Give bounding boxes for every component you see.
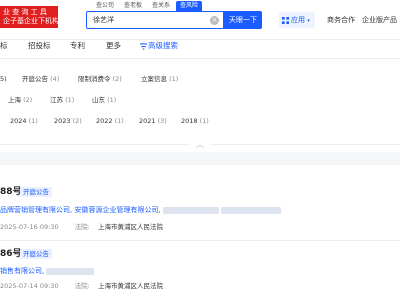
- party-link[interactable]: 安徽蓉源企业管理有限公司,: [74, 206, 160, 214]
- filter-label: 江苏: [50, 96, 63, 104]
- filter-count: (1): [199, 117, 209, 125]
- court-name: 上海市黄浦区人民法院: [97, 282, 163, 290]
- filter-count: (2): [72, 117, 82, 125]
- status-badge: 开庭公告: [20, 249, 52, 259]
- party-link[interactable]: 品牌营销管理有限公司,: [0, 206, 72, 214]
- case-meta: 2025-07-14 09:30 法院: 上海市黄浦区人民法院: [0, 281, 163, 291]
- filter-option[interactable]: 开庭公告 (4): [22, 73, 59, 85]
- nav-item-bidding[interactable]: 招投标: [28, 40, 51, 52]
- filter-option[interactable]: 5): [0, 73, 7, 85]
- search-box: ×: [86, 11, 224, 29]
- court-name: 上海市黄浦区人民法院: [97, 223, 163, 231]
- filter-label: 开庭公告: [22, 75, 48, 83]
- filter-count: (1): [114, 117, 124, 125]
- result-card[interactable]: 88号 开庭公告 品牌营销管理有限公司, 安徽蓉源企业管理有限公司, 2025-…: [0, 186, 400, 242]
- search-button[interactable]: 天眼一下: [224, 11, 262, 29]
- nav-item-patent[interactable]: 专利: [70, 40, 85, 52]
- collapse-divider-right: [210, 144, 400, 145]
- filter-count: (2): [23, 96, 33, 104]
- filter-label: 2023: [54, 117, 71, 125]
- filter-label: 上海: [8, 96, 21, 104]
- filter-label: 限制消费令: [78, 75, 111, 83]
- nav-item-partial[interactable]: 标: [0, 40, 8, 52]
- logo-line-1: 业 查 询 工 具: [3, 8, 47, 16]
- redacted-party: [46, 267, 95, 275]
- filter-label: 2018: [181, 117, 198, 125]
- case-number[interactable]: 88号: [0, 186, 22, 198]
- app-label: 应用: [291, 16, 305, 24]
- region-filter-row: 上海 (2) 江苏 (1) 山东 (1): [0, 94, 400, 106]
- case-number[interactable]: 86号: [0, 248, 22, 260]
- nav-item-more[interactable]: 更多: [106, 40, 121, 52]
- top-header: 业 查 询 工 具 企子基企业下机构 查公司 查老板 查关系 查风险 × 天眼一…: [0, 0, 400, 40]
- result-card[interactable]: 86号 开庭公告 销售有限公司, 2025-07-14 09:30 法院: 上海…: [0, 248, 400, 300]
- filter-label: 2024: [10, 117, 27, 125]
- filter-option[interactable]: 江苏 (1): [50, 94, 74, 106]
- filter-option[interactable]: 2018 (1): [181, 115, 209, 127]
- site-logo[interactable]: 业 查 询 工 具 企子基企业下机构: [0, 6, 58, 28]
- hearing-date: 2025-07-14 09:30: [0, 282, 59, 290]
- section-gap: [0, 152, 400, 165]
- filter-option[interactable]: 立案信息 (1): [141, 73, 178, 85]
- filter-label: 2021: [139, 117, 156, 125]
- filter-count: (2): [112, 75, 122, 83]
- filter-count: (1): [28, 117, 38, 125]
- case-parties: 销售有限公司,: [0, 266, 95, 276]
- clear-icon[interactable]: ×: [210, 16, 219, 25]
- advanced-search-label: 高级搜索: [148, 41, 178, 50]
- chevron-up-icon[interactable]: ︿: [193, 140, 207, 149]
- redacted-party: [162, 206, 219, 214]
- filter-option[interactable]: 山东 (1): [92, 94, 116, 106]
- app-menu-button[interactable]: 应用 ▾: [279, 12, 315, 28]
- court-label: 法院:: [74, 282, 90, 290]
- filter-option[interactable]: 上海 (2): [8, 94, 32, 106]
- filter-label: 2022: [96, 117, 113, 125]
- nav-divider: [0, 58, 400, 59]
- logo-line-2: 企子基企业下机构: [3, 17, 58, 25]
- advanced-search-link[interactable]: 高级搜索: [140, 40, 178, 52]
- filter-label: 山东: [92, 96, 105, 104]
- filter-option[interactable]: 2022 (1): [96, 115, 124, 127]
- party-link[interactable]: 销售有限公司,: [0, 267, 44, 275]
- filter-count: (1): [65, 96, 75, 104]
- collapse-divider-left: [0, 144, 190, 145]
- enterprise-product-link[interactable]: 企业版产品: [362, 12, 397, 28]
- chevron-down-icon: ▾: [307, 18, 310, 24]
- redacted-party: [221, 206, 282, 214]
- search-input[interactable]: [93, 14, 203, 26]
- hearing-date: 2025-07-16 09:30: [0, 223, 59, 231]
- case-meta: 2025-07-16 09:30 法院: 上海市黄浦区人民法院: [0, 222, 163, 232]
- result-divider: [0, 240, 400, 241]
- filter-count: (3): [157, 117, 167, 125]
- filter-icon: [140, 42, 147, 50]
- grid-icon: [282, 16, 289, 24]
- filter-count: (4): [50, 75, 60, 83]
- business-coop-link[interactable]: 商务合作: [327, 12, 355, 28]
- filter-option[interactable]: 2021 (3): [139, 115, 167, 127]
- filter-label: 立案信息: [141, 75, 167, 83]
- category-nav: 标 招投标 专利 更多 高级搜索: [0, 40, 400, 56]
- filter-label: 5): [0, 75, 7, 83]
- court-label: 法院:: [74, 223, 90, 231]
- case-type-filter-row: 5) 开庭公告 (4) 限制消费令 (2) 立案信息 (1): [0, 73, 400, 85]
- status-badge: 开庭公告: [20, 187, 52, 197]
- filter-count: (1): [107, 96, 117, 104]
- filter-option[interactable]: 2024 (1): [10, 115, 38, 127]
- filter-option[interactable]: 2023 (2): [54, 115, 82, 127]
- case-parties: 品牌营销管理有限公司, 安徽蓉源企业管理有限公司,: [0, 205, 282, 215]
- year-filter-row: 2024 (1) 2023 (2) 2022 (1) 2021 (3) 2018…: [0, 115, 400, 127]
- filter-count: (1): [169, 75, 179, 83]
- filter-option[interactable]: 限制消费令 (2): [78, 73, 122, 85]
